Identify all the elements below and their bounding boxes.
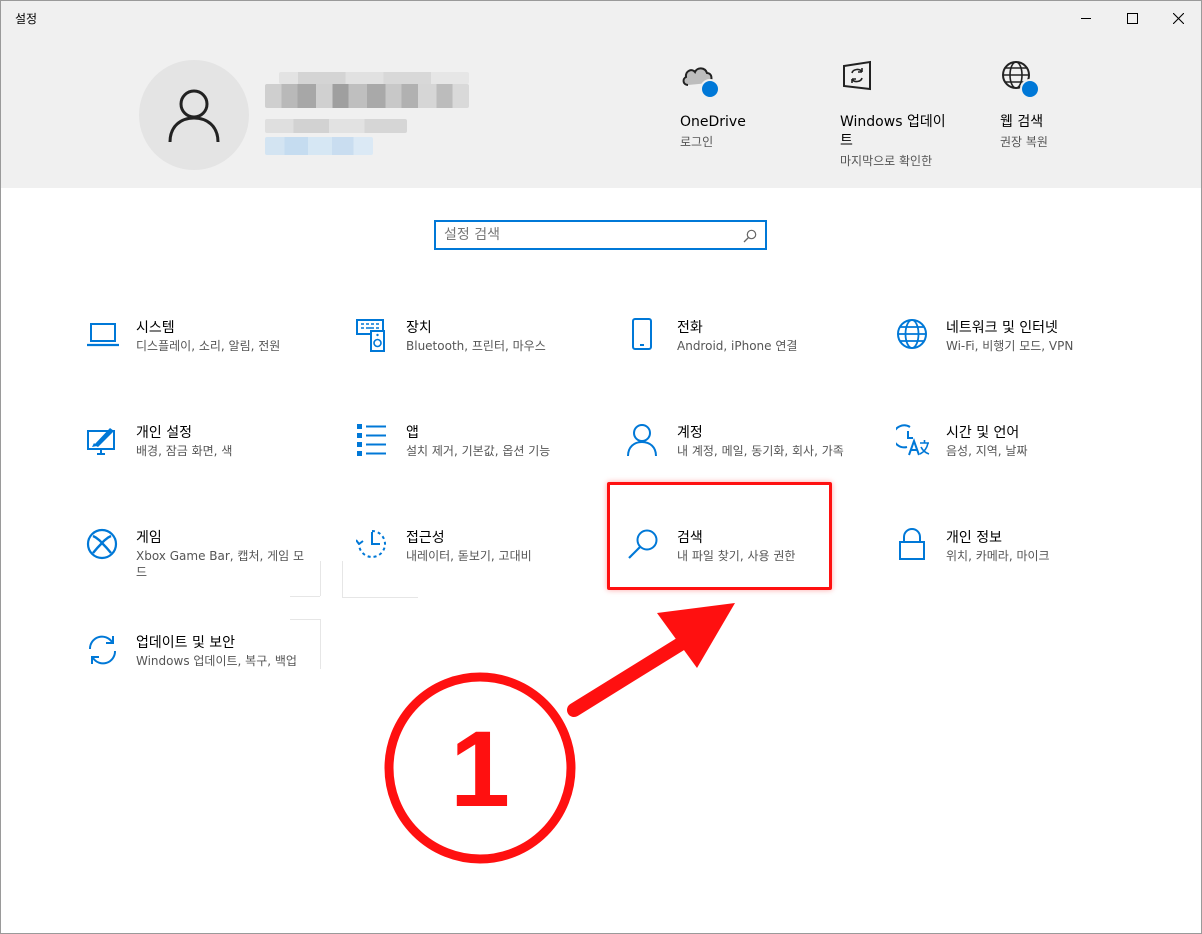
settings-search-box[interactable] [434,220,767,250]
minimize-icon [1081,17,1091,19]
tile-title: 게임 [136,530,162,546]
status-dot [1020,79,1040,99]
account-name-redacted [279,72,469,84]
close-button[interactable] [1155,1,1201,35]
tile-subtitle: 음성, 지역, 날짜 [946,444,1028,458]
tile-gaming[interactable]: 게임 Xbox Game Bar, 캡처, 게임 모드 [86,528,316,608]
phone-icon [632,318,652,350]
quick-link-subtitle: 마지막으로 확인한 [840,154,933,168]
quick-link-title: Windows 업데이트 [840,114,946,149]
tile-title: 네트워크 및 인터넷 [946,320,1058,336]
laptop-icon [87,323,119,347]
tile-privacy[interactable]: 개인 정보 위치, 카메라, 마이크 [896,528,1126,608]
tile-subtitle: Windows 업데이트, 복구, 백업 [136,654,297,668]
tile-title: 시스템 [136,320,175,336]
search-input[interactable] [444,222,734,248]
tile-title: 업데이트 및 보안 [136,635,236,651]
tile-devices[interactable]: 장치 Bluetooth, 프린터, 마우스 [356,318,586,398]
tile-personalization[interactable]: 개인 설정 배경, 잠금 화면, 색 [86,423,316,503]
tile-divider [320,561,321,596]
tile-time-language[interactable]: 시간 및 언어 음성, 지역, 날짜 [892,423,1126,503]
sync-icon [88,635,117,665]
tile-subtitle: 배경, 잠금 화면, 색 [136,444,233,458]
tile-apps[interactable]: 앱 설치 제거, 기본값, 옵션 기능 [356,423,586,503]
tile-update-security[interactable]: 업데이트 및 보안 Windows 업데이트, 복구, 백업 [86,633,316,713]
tile-title: 개인 설정 [136,425,192,441]
tile-divider [320,619,321,669]
quick-link-subtitle: 로그인 [680,135,714,149]
xbox-icon [86,528,118,560]
tile-title: 전화 [677,320,703,336]
apps-list-icon [357,424,386,456]
devices-icon [356,319,385,352]
account-icon [627,424,657,457]
tile-network[interactable]: 네트워크 및 인터넷 Wi-Fi, 비행기 모드, VPN [896,318,1126,398]
status-dot [700,79,720,99]
avatar[interactable] [139,60,249,170]
personalization-icon [87,428,115,455]
quick-link-title: 웹 검색 [1000,114,1044,130]
tile-divider [342,597,418,598]
lock-icon [899,528,925,560]
quick-link-onedrive[interactable]: OneDrive 로그인 [680,59,810,150]
tile-subtitle: Android, iPhone 연결 [677,339,798,353]
settings-window: 설정 OneDrive 로그인 Windows 업데이트 마지막으로 확인한 웹… [0,0,1202,934]
annotation-highlight-box [607,482,832,590]
tile-subtitle: 디스플레이, 소리, 알림, 전원 [136,339,281,353]
quick-link-subtitle: 권장 복원 [1000,135,1048,149]
maximize-icon [1126,12,1138,24]
close-icon [1172,12,1184,24]
tile-title: 개인 정보 [946,530,1002,546]
tile-system[interactable]: 시스템 디스플레이, 소리, 알림, 전원 [86,318,316,398]
tile-phone[interactable]: 전화 Android, iPhone 연결 [627,318,857,398]
person-icon [168,89,220,143]
tile-title: 계정 [677,425,703,441]
account-name-redacted [265,84,469,108]
account-link-redacted[interactable] [265,137,373,155]
tile-subtitle: Bluetooth, 프린터, 마우스 [406,339,546,353]
tile-title: 접근성 [406,530,445,546]
tile-subtitle: 설치 제거, 기본값, 옵션 기능 [406,444,551,458]
update-icon [843,60,871,91]
time-language-icon [892,424,930,456]
account-email-redacted [265,119,407,133]
tile-divider [290,596,320,597]
tile-subtitle: 내 계정, 메일, 동기화, 회사, 가족 [677,444,844,458]
tile-title: 시간 및 언어 [946,425,1020,441]
tile-title: 앱 [406,425,419,441]
quick-link-windows-update[interactable]: Windows 업데이트 마지막으로 확인한 [840,59,955,169]
tile-subtitle: Xbox Game Bar, 캡처, 게임 모드 [136,549,305,579]
accessibility-icon [355,530,386,558]
minimize-button[interactable] [1063,1,1109,35]
window-title: 설정 [15,12,38,26]
tile-accessibility[interactable]: 접근성 내레이터, 돋보기, 고대비 [355,528,586,608]
quick-link-title: OneDrive [680,114,746,130]
tile-title: 장치 [406,320,432,336]
tile-divider [342,561,343,597]
tile-subtitle: Wi-Fi, 비행기 모드, VPN [946,339,1074,353]
tile-subtitle: 위치, 카메라, 마이크 [946,549,1050,563]
quick-link-web-search[interactable]: 웹 검색 권장 복원 [1000,59,1130,150]
title-bar[interactable]: 설정 [1,1,1201,35]
tile-divider [290,619,320,620]
globe-icon [897,319,927,349]
search-icon[interactable] [743,229,757,243]
maximize-button[interactable] [1109,1,1155,35]
tile-subtitle: 내레이터, 돋보기, 고대비 [406,549,532,563]
